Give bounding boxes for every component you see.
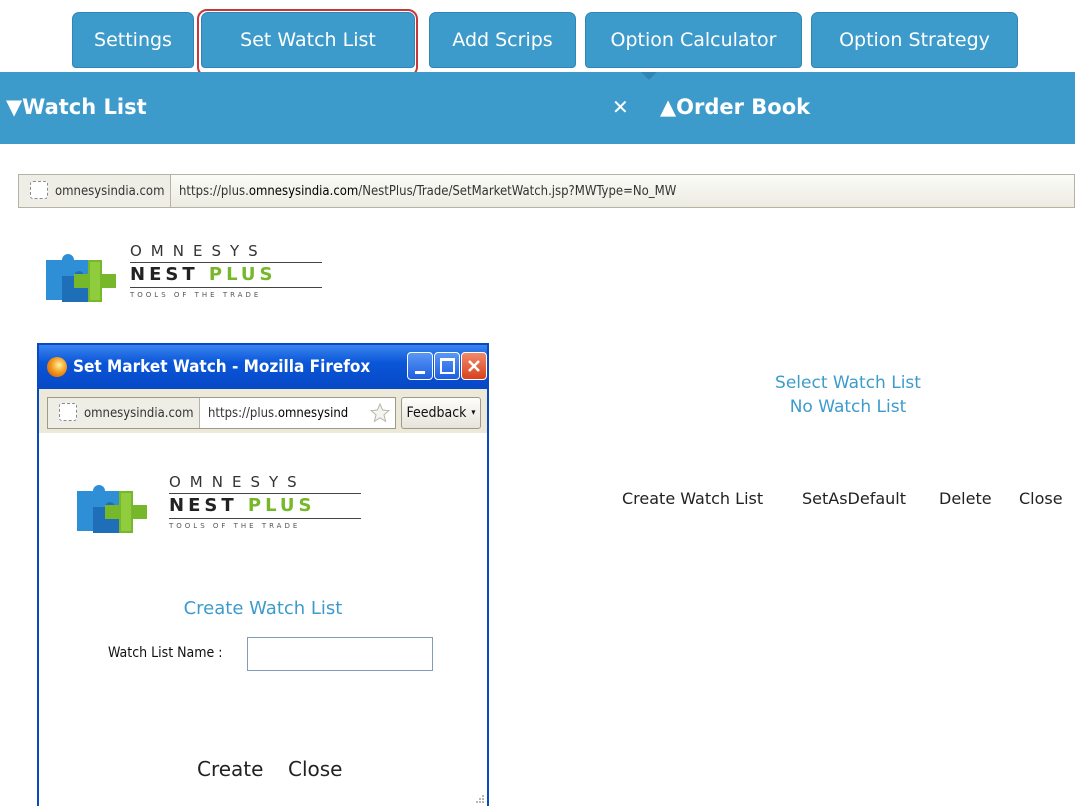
logo-tagline: TOOLS OF THE TRADE bbox=[130, 291, 262, 299]
window-close-icon bbox=[468, 360, 480, 372]
logo-nest-plus: NEST PLUS bbox=[130, 264, 276, 285]
logo-plus: PLUS bbox=[208, 264, 277, 285]
puzzle-logo-icon bbox=[46, 254, 116, 302]
site-identity[interactable]: omnesysindia.com bbox=[19, 175, 172, 207]
popup-logo-tagline: TOOLS OF THE TRADE bbox=[169, 522, 301, 530]
popup-site-name: omnesysindia.com bbox=[84, 405, 194, 421]
tab-add-scrips[interactable]: Add Scrips bbox=[429, 12, 576, 68]
popup-logo-rule-top bbox=[169, 493, 361, 494]
no-watch-list-text: No Watch List bbox=[789, 397, 907, 417]
active-tab-notch bbox=[641, 72, 657, 80]
popup-url-prefix: https://plus. bbox=[208, 405, 278, 421]
close-icon[interactable]: ✕ bbox=[612, 95, 629, 119]
popup-address-area: omnesysindia.com https://plus. omnesysind… bbox=[39, 389, 487, 433]
minimize-icon bbox=[415, 370, 425, 374]
popup-puzzle-logo-icon bbox=[77, 485, 147, 533]
site-identity-icon bbox=[30, 181, 48, 199]
logo-omnesys: OMNESYS bbox=[130, 242, 267, 260]
url-suffix: /NestPlus/Trade/SetMarketWatch.jsp?MWTyp… bbox=[358, 183, 677, 199]
url-text: https://plus. omnesysindia.com/NestPlus/T… bbox=[179, 175, 676, 207]
create-watch-list-heading: Create Watch List bbox=[183, 598, 343, 619]
create-button[interactable]: Create bbox=[197, 757, 263, 781]
url-prefix: https://plus. bbox=[179, 183, 249, 199]
resize-grip-icon[interactable] bbox=[475, 793, 485, 805]
popup-address-bar[interactable]: omnesysindia.com https://plus. omnesysind bbox=[47, 397, 396, 429]
window-title: Set Market Watch - Mozilla Firefox bbox=[73, 357, 371, 377]
minimize-button[interactable] bbox=[407, 352, 433, 380]
order-book-toggle[interactable]: ▲Order Book bbox=[660, 95, 810, 119]
popup-logo-nest: NEST bbox=[169, 495, 248, 516]
select-watch-list-title: Select Watch List bbox=[775, 373, 921, 393]
window-close-button[interactable] bbox=[461, 352, 487, 380]
popup-omnesys-logo: OMNESYS NEST PLUS TOOLS OF THE TRADE bbox=[73, 471, 373, 551]
tab-option-calculator-label: Option Calculator bbox=[610, 29, 777, 51]
tab-option-calculator[interactable]: Option Calculator bbox=[585, 12, 802, 68]
create-watch-list-link[interactable]: Create Watch List bbox=[622, 489, 763, 508]
feedback-dropdown-icon: ▾ bbox=[471, 408, 476, 418]
popup-close-button[interactable]: Close bbox=[288, 757, 342, 781]
tab-option-strategy-label: Option Strategy bbox=[839, 29, 990, 51]
firefox-icon bbox=[47, 357, 67, 377]
popup-logo-omnesys: OMNESYS bbox=[169, 473, 306, 491]
bookmark-star-icon[interactable] bbox=[370, 403, 390, 423]
logo-nest: NEST bbox=[130, 264, 209, 285]
url-domain: omnesysindia.com bbox=[248, 183, 359, 199]
highlight-annotation bbox=[197, 9, 418, 77]
popup-site-identity[interactable]: omnesysindia.com bbox=[48, 398, 201, 428]
maximize-button[interactable] bbox=[434, 352, 460, 380]
set-as-default-link[interactable]: SetAsDefault bbox=[802, 489, 906, 508]
site-name: omnesysindia.com bbox=[55, 183, 165, 199]
maximize-icon bbox=[439, 358, 455, 374]
feedback-label: Feedback bbox=[406, 405, 467, 421]
window-titlebar[interactable]: Set Market Watch - Mozilla Firefox bbox=[39, 345, 487, 389]
logo-rule-top bbox=[130, 262, 322, 263]
set-market-watch-window: Set Market Watch - Mozilla Firefox omnes… bbox=[37, 343, 489, 806]
tab-option-strategy[interactable]: Option Strategy bbox=[811, 12, 1018, 68]
watch-list-toggle[interactable]: ▼Watch List bbox=[6, 95, 147, 119]
close-link[interactable]: Close bbox=[1019, 489, 1063, 508]
watch-list-name-label: Watch List Name : bbox=[108, 645, 223, 661]
browser-address-bar[interactable]: omnesysindia.com https://plus. omnesysind… bbox=[18, 174, 1075, 208]
toolbar-bar bbox=[0, 72, 1075, 144]
popup-logo-plus: PLUS bbox=[247, 495, 316, 516]
tab-settings[interactable]: Settings bbox=[72, 12, 194, 68]
tab-settings-label: Settings bbox=[94, 29, 172, 51]
popup-site-identity-icon bbox=[59, 403, 77, 421]
logo-rule-bottom bbox=[130, 287, 322, 288]
popup-url-domain: omnesysind bbox=[277, 405, 349, 421]
popup-logo-rule-bottom bbox=[169, 518, 361, 519]
omnesys-logo: OMNESYS NEST PLUS TOOLS OF THE TRADE bbox=[42, 240, 342, 320]
popup-url-text: https://plus. omnesysind bbox=[208, 398, 348, 428]
popup-logo-nest-plus: NEST PLUS bbox=[169, 495, 315, 516]
feedback-button[interactable]: Feedback ▾ bbox=[401, 397, 481, 429]
delete-link[interactable]: Delete bbox=[939, 489, 992, 508]
watch-list-name-input[interactable] bbox=[247, 637, 433, 671]
tab-add-scrips-label: Add Scrips bbox=[452, 29, 553, 51]
